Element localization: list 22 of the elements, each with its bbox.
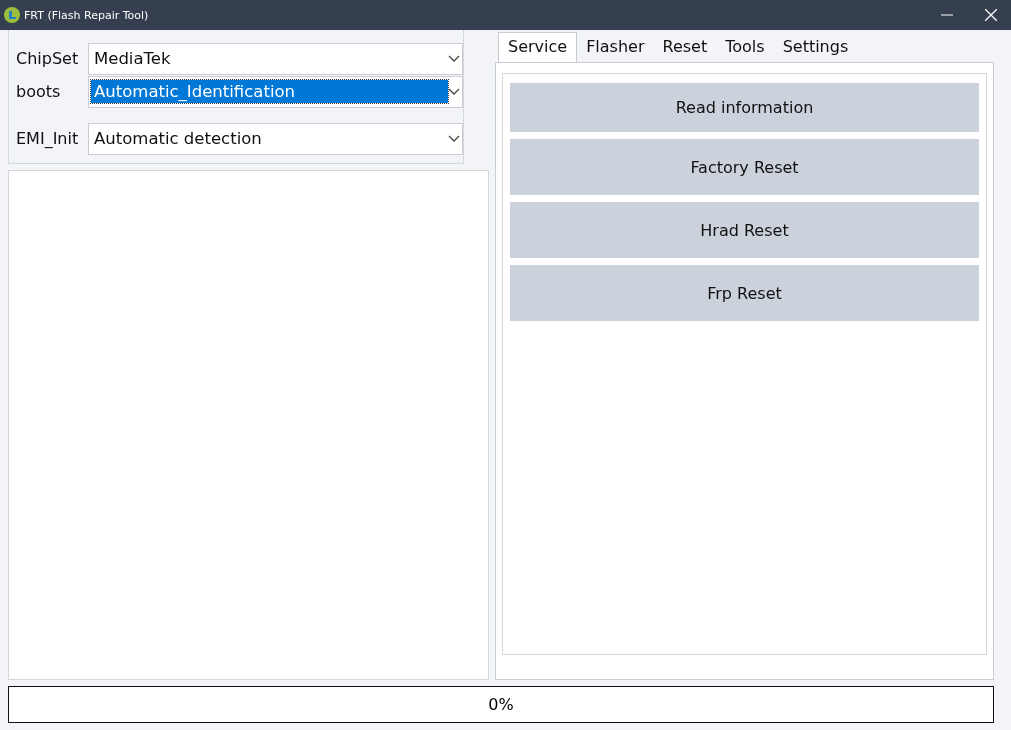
chevron-down-icon [448, 134, 460, 143]
tab[interactable]: Reset [653, 33, 717, 62]
progress-reading: 0% [488, 695, 514, 714]
tab[interactable]: Flasher [577, 33, 654, 62]
chevron-down-icon [448, 87, 460, 96]
close-icon [985, 9, 997, 21]
action-button[interactable]: Factory Reset [510, 139, 979, 195]
window-title: FRT (Flash Repair Tool) [24, 8, 150, 22]
app-logo-icon [4, 7, 20, 23]
action-button[interactable]: Read information [510, 83, 979, 132]
dropdown-field[interactable]: MediaTek [88, 42, 463, 75]
chevron-down-icon [448, 54, 460, 63]
tab[interactable]: Service [498, 32, 578, 63]
field-label: ChipSet [16, 49, 80, 68]
tab[interactable]: Settings [773, 33, 858, 62]
dropdown-field[interactable]: Automatic detection [88, 122, 463, 155]
field-label: boots [16, 82, 62, 101]
dropdown-field[interactable]: Automatic_Identification [88, 75, 463, 108]
action-button[interactable]: Frp Reset [510, 265, 979, 321]
field-label: EMI_Init [16, 129, 80, 148]
tab[interactable]: Tools [716, 33, 774, 62]
action-button[interactable]: Hrad Reset [510, 202, 979, 258]
